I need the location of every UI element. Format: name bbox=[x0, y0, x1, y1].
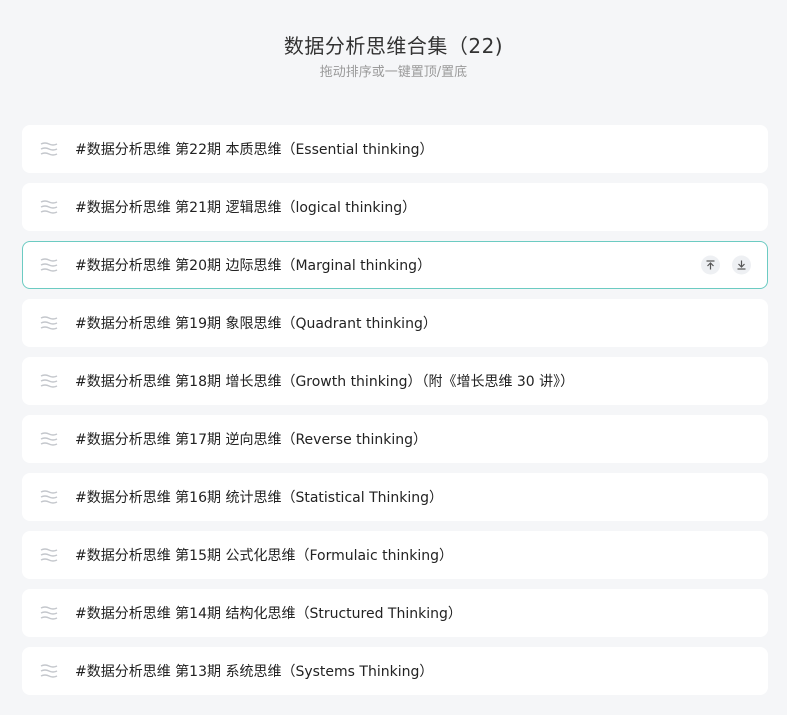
page-title: 数据分析思维合集（22) bbox=[283, 34, 504, 58]
page-subtitle: 拖动排序或一键置顶/置底 bbox=[319, 65, 468, 80]
list-item[interactable]: #数据分析思维 第16期 统计思维（Statistical Thinking） bbox=[22, 473, 768, 521]
drag-handle-icon[interactable] bbox=[40, 142, 58, 156]
list-item[interactable]: #数据分析思维 第21期 逻辑思维（logical thinking） bbox=[22, 183, 768, 231]
drag-handle-icon[interactable] bbox=[40, 606, 58, 620]
header: 数据分析思维合集（22) 拖动排序或一键置顶/置底 bbox=[0, 0, 787, 82]
list-item-label: #数据分析思维 第19期 象限思维（Quadrant thinking） bbox=[75, 316, 437, 332]
list-item-label: #数据分析思维 第13期 系统思维（Systems Thinking） bbox=[75, 664, 434, 680]
arrow-to-top-icon bbox=[706, 260, 715, 270]
list-item-label: #数据分析思维 第20期 边际思维（Marginal thinking） bbox=[75, 258, 432, 274]
move-to-bottom-button[interactable] bbox=[732, 255, 751, 275]
list-item[interactable]: #数据分析思维 第18期 增长思维（Growth thinking）（附《增长思… bbox=[22, 357, 768, 405]
list-item-label: #数据分析思维 第21期 逻辑思维（logical thinking） bbox=[75, 200, 417, 216]
collection-list: #数据分析思维 第22期 本质思维（Essential thinking） #数… bbox=[22, 125, 768, 705]
list-item-label: #数据分析思维 第17期 逆向思维（Reverse thinking） bbox=[75, 432, 428, 448]
list-item[interactable]: #数据分析思维 第15期 公式化思维（Formulaic thinking） bbox=[22, 531, 768, 579]
drag-handle-icon[interactable] bbox=[40, 432, 58, 446]
move-to-top-button[interactable] bbox=[701, 255, 720, 275]
list-item-label: #数据分析思维 第14期 结构化思维（Structured Thinking） bbox=[75, 606, 462, 622]
list-item[interactable]: #数据分析思维 第19期 象限思维（Quadrant thinking） bbox=[22, 299, 768, 347]
item-actions bbox=[701, 255, 751, 275]
list-item-label: #数据分析思维 第16期 统计思维（Statistical Thinking） bbox=[75, 490, 444, 506]
list-item[interactable]: #数据分析思维 第13期 系统思维（Systems Thinking） bbox=[22, 647, 768, 695]
drag-handle-icon[interactable] bbox=[40, 548, 58, 562]
list-item[interactable]: #数据分析思维 第22期 本质思维（Essential thinking） bbox=[22, 125, 768, 173]
drag-handle-icon[interactable] bbox=[40, 200, 58, 214]
drag-handle-icon[interactable] bbox=[40, 490, 58, 504]
list-item-label: #数据分析思维 第18期 增长思维（Growth thinking）（附《增长思… bbox=[75, 374, 575, 390]
arrow-to-bottom-icon bbox=[737, 260, 746, 270]
list-item-hovered[interactable]: #数据分析思维 第20期 边际思维（Marginal thinking） bbox=[22, 241, 768, 289]
list-item-label: #数据分析思维 第22期 本质思维（Essential thinking） bbox=[75, 142, 434, 158]
drag-handle-icon[interactable] bbox=[40, 374, 58, 388]
list-item-label: #数据分析思维 第15期 公式化思维（Formulaic thinking） bbox=[75, 548, 453, 564]
drag-handle-icon[interactable] bbox=[40, 316, 58, 330]
drag-handle-icon[interactable] bbox=[40, 664, 58, 678]
list-item[interactable]: #数据分析思维 第14期 结构化思维（Structured Thinking） bbox=[22, 589, 768, 637]
drag-handle-icon[interactable] bbox=[40, 258, 58, 272]
list-item[interactable]: #数据分析思维 第17期 逆向思维（Reverse thinking） bbox=[22, 415, 768, 463]
